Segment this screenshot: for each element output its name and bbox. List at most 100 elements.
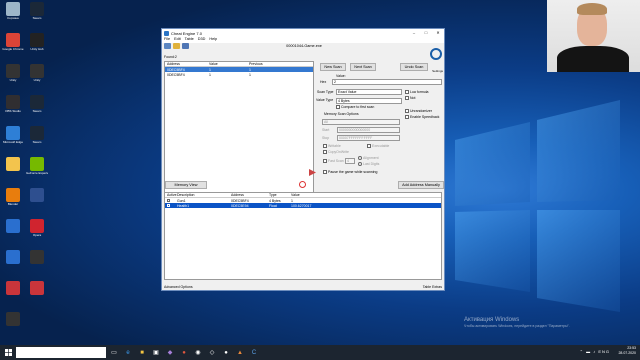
desktop-icon[interactable]: Unity (2, 64, 24, 92)
clear-list-icon[interactable] (299, 181, 306, 188)
memory-region-select[interactable]: All (322, 119, 400, 125)
obs-icon[interactable]: ● (220, 347, 232, 358)
table-row[interactable]: Health1 0DEC5E94 Float 100.6270017 (165, 203, 441, 208)
col-previous[interactable]: Previous (249, 62, 289, 66)
desktop-icon[interactable] (26, 188, 48, 216)
col-value[interactable]: Value (291, 193, 351, 197)
not-checkbox[interactable]: Not (405, 96, 415, 100)
new-scan-button[interactable]: New Scan (320, 63, 346, 71)
desktop-icon[interactable]: Steam (26, 95, 48, 123)
col-type[interactable]: Type (269, 193, 291, 197)
scan-results-list[interactable]: Address Value Previous 0DEC5BF4 1 1 0DEC… (164, 61, 314, 199)
desktop-icon[interactable] (2, 157, 24, 185)
fast-scan-input[interactable]: 4 (345, 158, 355, 164)
copy-on-write-label: CopyOnWrite (328, 150, 349, 154)
desktop-icon[interactable]: Корзина (2, 2, 24, 30)
col-value[interactable]: Value (209, 62, 249, 66)
desktop-icon-grid: Корзина Steam Google Chrome Unity Hub Unity U… (2, 2, 52, 337)
pause-game-checkbox[interactable]: Pause the game while scanning (323, 170, 377, 174)
desktop-icon[interactable]: Google Chrome (2, 33, 24, 61)
taskbar-search[interactable] (16, 347, 106, 358)
start-address-input[interactable]: 0000000000000000 (337, 127, 400, 133)
compare-first-checkbox[interactable]: Compare to first scan (336, 105, 374, 109)
lua-formula-checkbox[interactable]: Lua formula (405, 90, 428, 94)
value-type-select[interactable]: 4 Bytes (336, 98, 402, 104)
desktop-icon[interactable] (2, 219, 24, 247)
advanced-options-link[interactable]: Advanced Options (164, 285, 193, 289)
steam-icon[interactable]: ◉ (192, 347, 204, 358)
cheat-engine-taskbar-icon[interactable]: C (248, 347, 260, 358)
last-digits-radio[interactable]: Last Digits (358, 162, 379, 166)
desktop-icon[interactable]: Steam (26, 126, 48, 154)
store-icon[interactable]: ▣ (150, 347, 162, 358)
activation-subtitle: Чтобы активировать Windows, перейдите в … (464, 324, 570, 328)
speedhack-checkbox[interactable]: Enable Speedhack (405, 115, 439, 119)
add-address-button[interactable]: Add Address Manually (398, 181, 444, 189)
row-type: Float (269, 203, 277, 208)
desktop-icon[interactable] (26, 281, 48, 309)
desktop-icon[interactable] (2, 250, 24, 278)
address-list-table[interactable]: Active Description Address Type Value Gu… (164, 192, 442, 280)
edge-icon[interactable]: e (122, 347, 134, 358)
col-active[interactable]: Active (165, 193, 177, 197)
col-address[interactable]: Address (165, 62, 209, 66)
desktop-icon[interactable] (2, 281, 24, 309)
window-titlebar[interactable]: Cheat Engine 7.0 (162, 29, 444, 37)
desktop-icon[interactable]: OBS Studio (2, 95, 24, 123)
writable-checkbox[interactable]: Writable (323, 144, 341, 148)
undo-scan-button[interactable]: Undo Scan (400, 63, 428, 71)
chrome-icon[interactable]: ● (178, 347, 190, 358)
settings-label[interactable]: Settings (432, 69, 443, 73)
webcam-person-body (557, 46, 629, 72)
stop-address-input[interactable]: 00007FFFFFFFFFFF (337, 135, 400, 141)
cheat-engine-logo-icon[interactable] (430, 48, 442, 60)
unity-icon[interactable]: ◇ (206, 347, 218, 358)
result-row[interactable]: 0DEC5BF4 1 1 (165, 72, 313, 77)
table-extras-link[interactable]: Table Extras (423, 285, 442, 289)
memory-view-button[interactable]: Memory View (165, 181, 207, 189)
taskbar-clock[interactable]: 23:53 28.07.2020 (618, 346, 636, 356)
desktop-icon[interactable]: Microsoft Edge (2, 126, 24, 154)
app-icon (6, 250, 20, 264)
system-tray-icons[interactable]: ⌃ ▬ ♪ ENG (580, 349, 610, 354)
minimize-button[interactable]: – (408, 29, 420, 37)
menu-d3d[interactable]: D3D (198, 37, 206, 43)
fast-scan-checkbox[interactable]: Fast Scan (323, 159, 344, 163)
file-explorer-icon[interactable]: ■ (136, 347, 148, 358)
value-label: Value: (336, 74, 346, 78)
desktop-icon-label: Google Chrome (2, 48, 24, 51)
desktop-icon-label: Opera (32, 234, 42, 237)
start-button[interactable] (2, 347, 14, 358)
visual-studio-icon[interactable]: ◆ (164, 347, 176, 358)
row-type: 4 Bytes (269, 198, 281, 203)
copy-on-write-checkbox[interactable]: CopyOnWrite (323, 150, 349, 154)
alignment-radio[interactable]: Alignment (358, 156, 379, 160)
active-checkbox[interactable] (165, 198, 177, 203)
desktop-icon[interactable]: Blender (2, 188, 24, 216)
unrandomizer-checkbox[interactable]: Unrandomizer (405, 109, 432, 113)
checkbox-box (323, 170, 327, 174)
col-description[interactable]: Description (177, 193, 231, 197)
maximize-button[interactable]: □ (420, 29, 432, 37)
active-checkbox[interactable] (165, 203, 177, 208)
desktop-icon[interactable]: Steam (26, 2, 48, 30)
found-count: Found:2 (164, 55, 177, 59)
desktop-icon[interactable]: Unity Hub (26, 33, 48, 61)
task-view-icon[interactable]: ▭ (108, 347, 120, 358)
desktop-icon[interactable]: Unity (26, 64, 48, 92)
desktop-icon[interactable]: GeForce Experience (26, 157, 48, 185)
desktop-icon[interactable] (2, 312, 24, 340)
desktop-icon[interactable]: Opera (26, 219, 48, 247)
desktop: Корзина Steam Google Chrome Unity Hub Unity U… (0, 0, 640, 345)
desktop-icon[interactable] (26, 250, 48, 278)
scan-type-select[interactable]: Exact Value (336, 89, 402, 95)
scan-type-label: Scan Type (317, 90, 334, 94)
executable-checkbox[interactable]: Executable (367, 144, 389, 148)
next-scan-button[interactable]: Next Scan (350, 63, 376, 71)
game-icon[interactable]: ▲ (234, 347, 246, 358)
menu-help[interactable]: Help (209, 37, 217, 43)
close-button[interactable]: ✕ (432, 29, 444, 37)
col-address[interactable]: Address (231, 193, 269, 197)
cheat-engine-window: Cheat Engine 7.0 – □ ✕ File Edit Table D… (161, 28, 445, 291)
value-input[interactable]: 2 (332, 79, 442, 85)
